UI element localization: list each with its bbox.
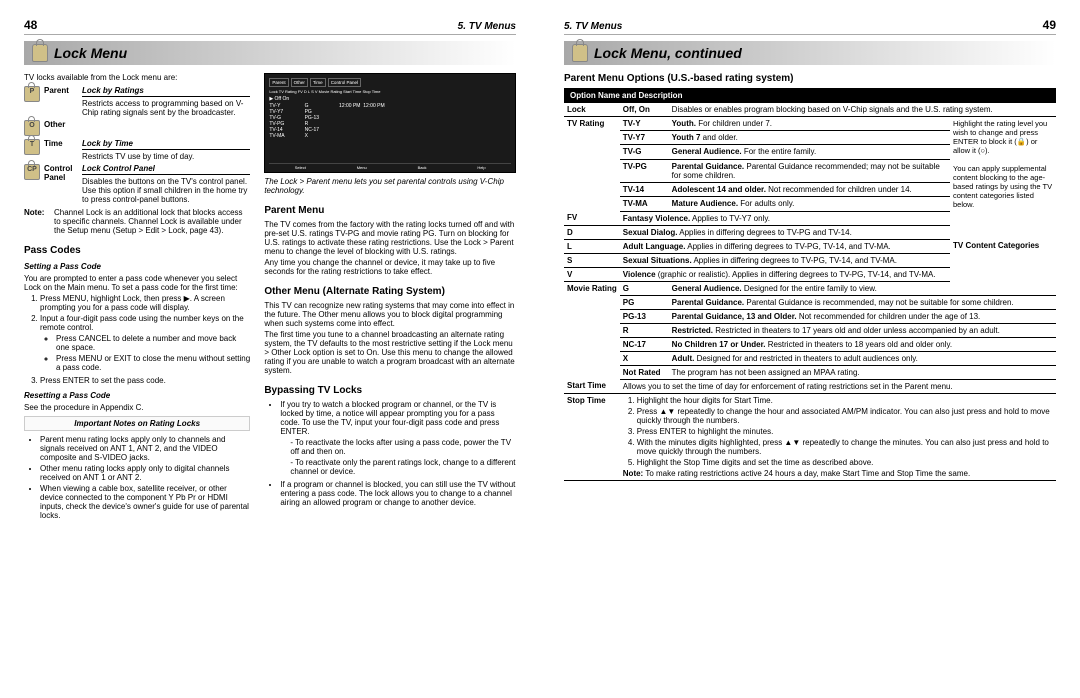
table-row: DSexual Dialog. Applies in differing deg…: [564, 225, 1056, 239]
table-header: Option Name and Description: [564, 88, 1056, 103]
lock-icon: CP: [24, 164, 40, 180]
page-number: 49: [1043, 18, 1056, 32]
section-title: 5. TV Menus: [564, 21, 622, 32]
bypassing-heading: Bypassing TV Locks: [264, 385, 516, 396]
ratings-table: LockOff, OnDisables or enables program b…: [564, 103, 1056, 481]
pass-code-steps: Press MENU, highlight Lock, then press ▶…: [24, 294, 250, 385]
header-left: 48 5. TV Menus: [24, 18, 516, 35]
lock-type-row: OOther: [24, 120, 250, 136]
lock-icon: [32, 44, 48, 62]
table-row: FVFantasy Violence. Applies to TV-Y7 onl…: [564, 211, 1056, 225]
page-title: Lock Menu, continued: [594, 45, 742, 61]
setting-pass-code-heading: Setting a Pass Code: [24, 262, 250, 271]
page-right: 5. TV Menus 49 Lock Menu, continued Pare…: [540, 0, 1080, 698]
pass-codes-heading: Pass Codes: [24, 245, 250, 256]
lock-icon: P: [24, 86, 40, 102]
table-row: PGParental Guidance. Parental Guidance i…: [564, 295, 1056, 309]
parent-menu-heading: Parent Menu: [264, 205, 516, 216]
lock-type-row: PParentLock by RatingsRestricts access t…: [24, 86, 250, 117]
title-bar: Lock Menu, continued: [564, 41, 1056, 65]
table-row: Not RatedThe program has not been assign…: [564, 365, 1056, 379]
page-title: Lock Menu: [54, 45, 127, 61]
osd-screenshot: ParentOtherTimeControl Panel Lock TV Rat…: [264, 73, 516, 173]
title-bar: Lock Menu: [24, 41, 516, 65]
table-row: TV RatingTV-YYouth. For children under 7…: [564, 117, 1056, 131]
page-left: 48 5. TV Menus Lock Menu TV locks availa…: [0, 0, 540, 698]
lock-type-row: CPControl PanelLock Control PanelDisable…: [24, 164, 250, 204]
section-title: 5. TV Menus: [458, 21, 516, 32]
screenshot-caption: The Lock > Parent menu lets you set pare…: [264, 177, 516, 195]
table-row: LAdult Language. Applies in differing de…: [564, 239, 1056, 253]
lock-icon: T: [24, 139, 40, 155]
bypass-list: If you try to watch a blocked program or…: [264, 400, 516, 507]
important-notes-list: Parent menu rating locks apply only to c…: [24, 435, 250, 520]
table-row: NC-17No Children 17 or Under. Restricted…: [564, 337, 1056, 351]
table-row: Movie RatingGGeneral Audience. Designed …: [564, 281, 1056, 295]
other-menu-heading: Other Menu (Alternate Rating System): [264, 286, 516, 297]
table-row: RRestricted. Restricted in theaters to 1…: [564, 323, 1056, 337]
intro-text: TV locks available from the Lock menu ar…: [24, 73, 250, 82]
important-notes-heading: Important Notes on Rating Locks: [24, 416, 250, 431]
lock-icon: O: [24, 120, 40, 136]
table-row: PG-13Parental Guidance, 13 and Older. No…: [564, 309, 1056, 323]
resetting-pass-code-heading: Resetting a Pass Code: [24, 391, 250, 400]
note-channel-lock: Note: Channel Lock is an additional lock…: [24, 208, 250, 235]
page-number: 48: [24, 18, 37, 32]
table-row: XAdult. Designed for and restricted in t…: [564, 351, 1056, 365]
parent-options-heading: Parent Menu Options (U.S.-based rating s…: [564, 73, 1056, 84]
lock-icon: [572, 44, 588, 62]
header-right: 5. TV Menus 49: [564, 18, 1056, 35]
lock-type-row: TTimeLock by TimeRestricts TV use by tim…: [24, 139, 250, 161]
